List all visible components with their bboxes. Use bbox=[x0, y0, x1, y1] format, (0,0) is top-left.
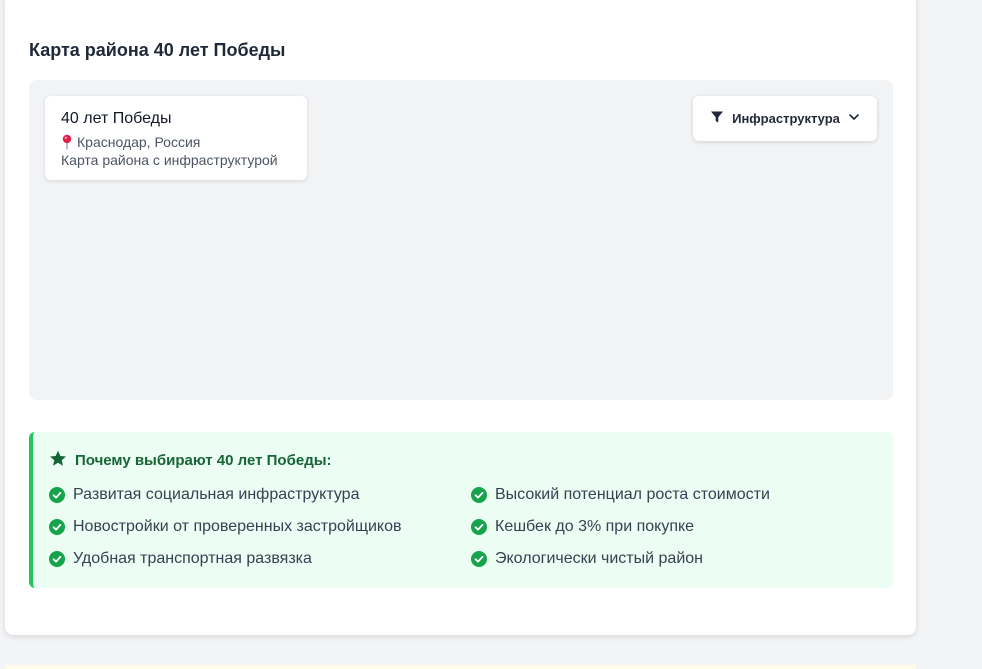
check-circle-icon bbox=[49, 519, 65, 535]
check-circle-icon bbox=[471, 551, 487, 567]
map-info-title: 40 лет Победы bbox=[61, 110, 172, 127]
list-item: Новостройки от проверенных застройщиков bbox=[49, 517, 471, 537]
list-item: Кешбек до 3% при покупке bbox=[471, 517, 871, 537]
section-title: Карта района 40 лет Победы bbox=[29, 40, 286, 60]
map-section-card: Карта района 40 лет Победы 40 лет Победы… bbox=[5, 0, 916, 635]
why-choose-title-text: Почему выбирают 40 лет Победы: bbox=[75, 452, 332, 469]
list-item-label: Новостройки от проверенных застройщиков bbox=[73, 518, 402, 535]
filter-icon bbox=[710, 110, 724, 127]
map-info-description: Карта района с инфраструктурой bbox=[61, 152, 278, 168]
check-circle-icon bbox=[49, 487, 65, 503]
list-item-label: Высокий потенциал роста стоимости bbox=[495, 486, 770, 503]
list-item-label: Развитая социальная инфраструктура bbox=[73, 486, 360, 503]
check-circle-icon bbox=[49, 551, 65, 567]
star-icon bbox=[49, 450, 67, 471]
map-info-location-text: Краснодар, Россия bbox=[77, 134, 201, 150]
chevron-down-icon bbox=[848, 111, 860, 126]
district-map[interactable]: 40 лет Победы Краснодар, Россия Карта ра… bbox=[29, 80, 893, 400]
map-info-location: Краснодар, Россия bbox=[61, 134, 291, 150]
check-circle-icon bbox=[471, 487, 487, 503]
why-choose-title: Почему выбирают 40 лет Победы: bbox=[49, 450, 877, 471]
check-circle-icon bbox=[471, 519, 487, 535]
infrastructure-filter-button[interactable]: Инфраструктура bbox=[693, 96, 877, 141]
list-item: Высокий потенциал роста стоимости bbox=[471, 485, 871, 505]
map-info-box: 40 лет Победы Краснодар, Россия Карта ра… bbox=[45, 96, 307, 180]
list-item-label: Удобная транспортная развязка bbox=[73, 550, 312, 567]
why-choose-box: Почему выбирают 40 лет Победы: Развитая … bbox=[29, 432, 893, 588]
list-item-label: Кешбек до 3% при покупке bbox=[495, 518, 695, 535]
list-item: Удобная транспортная развязка bbox=[49, 549, 471, 569]
next-section-edge bbox=[5, 665, 916, 669]
list-item: Развитая социальная инфраструктура bbox=[49, 485, 471, 505]
filter-button-label: Инфраструктура bbox=[732, 111, 840, 126]
why-choose-list: Развитая социальная инфраструктура Высок… bbox=[49, 485, 877, 569]
list-item: Экологически чистый район bbox=[471, 549, 871, 569]
pin-icon bbox=[61, 134, 73, 150]
list-item-label: Экологически чистый район bbox=[495, 550, 703, 567]
